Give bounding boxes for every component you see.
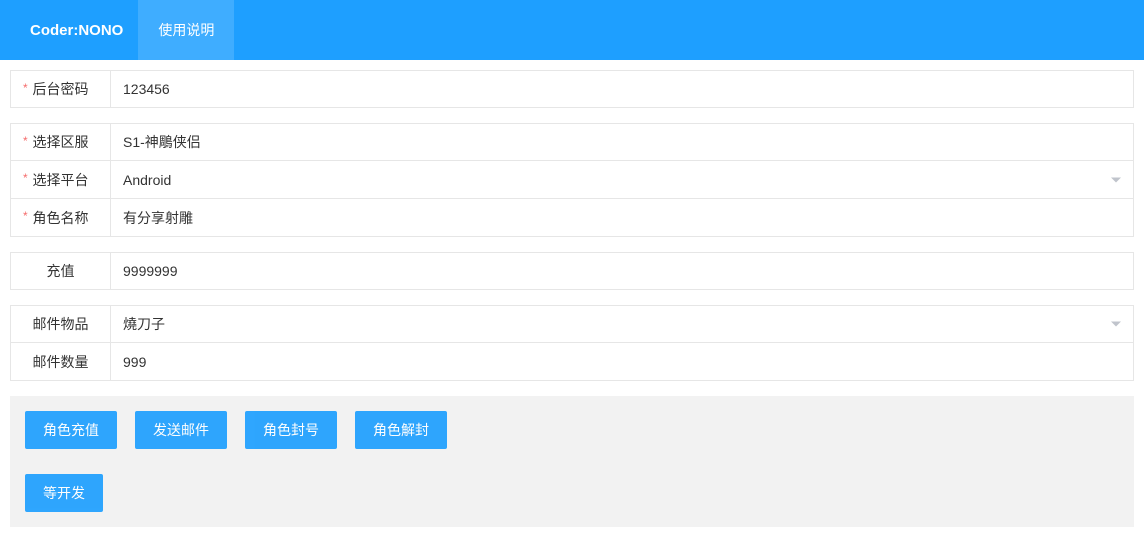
required-mark: *	[23, 134, 28, 148]
row-server: * 选择区服	[10, 123, 1134, 161]
label-platform: * 选择平台	[11, 161, 111, 198]
label-password-text: 后台密码	[33, 79, 89, 99]
btn-send-mail[interactable]: 发送邮件	[135, 411, 227, 449]
chevron-down-icon	[1111, 322, 1121, 327]
row-mailitem: 邮件物品	[10, 305, 1134, 343]
label-recharge: 充值	[11, 253, 111, 289]
brand-label: Coder:NONO	[15, 0, 138, 60]
input-recharge[interactable]	[111, 253, 1133, 289]
input-mailqty[interactable]	[111, 343, 1133, 380]
tab-help[interactable]: 使用说明	[138, 0, 234, 60]
label-platform-text: 选择平台	[33, 170, 89, 190]
btn-pending[interactable]: 等开发	[25, 474, 103, 512]
btn-role-recharge[interactable]: 角色充值	[25, 411, 117, 449]
label-mailitem: 邮件物品	[11, 306, 111, 342]
select-mailitem[interactable]	[111, 306, 1133, 342]
input-role[interactable]	[111, 199, 1133, 236]
label-mailitem-text: 邮件物品	[33, 314, 89, 334]
chevron-down-icon	[1111, 177, 1121, 182]
label-server-text: 选择区服	[33, 132, 89, 152]
required-mark: *	[23, 209, 28, 223]
row-mailqty: 邮件数量	[10, 343, 1134, 381]
required-mark: *	[23, 171, 28, 185]
input-password[interactable]	[111, 71, 1133, 107]
form-area: * 后台密码 * 选择区服 * 选择平台	[0, 60, 1144, 381]
button-area: 角色充值 发送邮件 角色封号 角色解封 等开发	[10, 396, 1134, 527]
label-role: * 角色名称	[11, 199, 111, 236]
btn-role-ban[interactable]: 角色封号	[245, 411, 337, 449]
top-bar: Coder:NONO 使用说明	[0, 0, 1144, 60]
required-mark: *	[23, 81, 28, 95]
row-platform: * 选择平台	[10, 161, 1134, 199]
btn-role-unban[interactable]: 角色解封	[355, 411, 447, 449]
label-mailqty-text: 邮件数量	[33, 352, 89, 372]
label-password: * 后台密码	[11, 71, 111, 107]
label-mailqty: 邮件数量	[11, 343, 111, 380]
input-server[interactable]	[111, 124, 1133, 160]
row-role: * 角色名称	[10, 199, 1134, 237]
row-recharge: 充值	[10, 252, 1134, 290]
label-role-text: 角色名称	[33, 208, 89, 228]
row-password: * 后台密码	[10, 70, 1134, 108]
label-server: * 选择区服	[11, 124, 111, 160]
label-recharge-text: 充值	[47, 261, 75, 281]
select-platform[interactable]	[111, 161, 1133, 198]
